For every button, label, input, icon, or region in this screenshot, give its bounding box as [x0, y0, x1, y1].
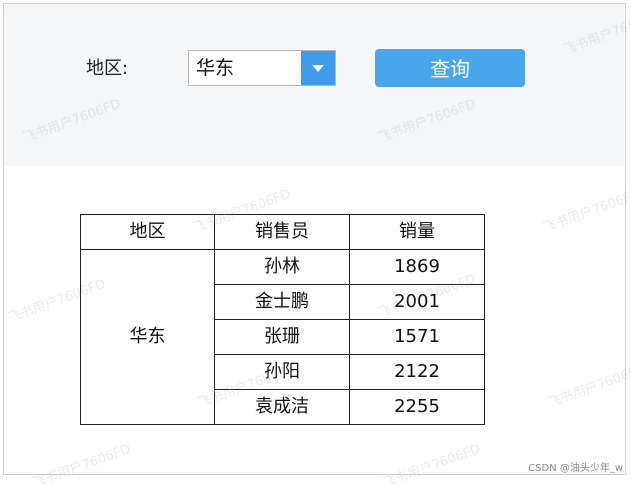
sales-cell: 1869 — [349, 249, 485, 285]
salesperson-cell: 袁成洁 — [214, 389, 350, 425]
region-label: 地区: — [86, 58, 129, 79]
chevron-down-icon[interactable] — [301, 51, 335, 85]
salesperson-cell: 孙林 — [214, 249, 350, 285]
sales-cell: 1571 — [349, 319, 485, 355]
sales-table: 地区 销售员 销量 华东 孙林 1869 金士鹏 2001 张珊 1571 孙阳… — [80, 214, 485, 425]
header-sales: 销量 — [349, 214, 485, 250]
region-cell: 华东 — [80, 249, 215, 425]
table-row: 华东 孙林 1869 — [80, 249, 485, 425]
sales-cell: 2255 — [349, 389, 485, 425]
salesperson-cell: 张珊 — [214, 319, 350, 355]
query-button[interactable]: 查询 — [375, 49, 525, 87]
footer-credit: CSDN @油头少年_w — [528, 463, 623, 474]
sales-cell: 2122 — [349, 354, 485, 390]
header-region: 地区 — [80, 214, 215, 250]
table-header-row: 地区 销售员 销量 — [80, 214, 485, 250]
header-salesperson: 销售员 — [214, 214, 350, 250]
salesperson-cell: 孙阳 — [214, 354, 350, 390]
region-selected-value: 华东 — [196, 57, 235, 79]
salesperson-cell: 金士鹏 — [214, 284, 350, 320]
region-dropdown[interactable]: 华东 — [188, 50, 336, 86]
sales-cell: 2001 — [349, 284, 485, 320]
